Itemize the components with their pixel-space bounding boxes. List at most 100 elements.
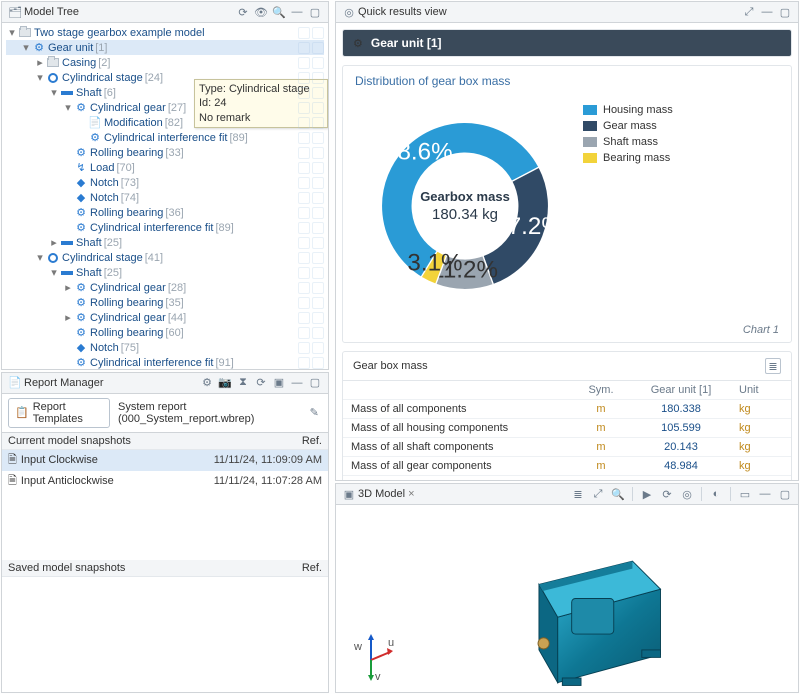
snapshot-icon[interactable]: 📷	[217, 375, 233, 391]
tree-item[interactable]: ▸Casing [2]	[6, 55, 324, 70]
tree-node-icon: ⚙	[74, 281, 88, 295]
tree-node-icon: ◆	[74, 176, 88, 190]
axis-gizmo: w u v	[346, 632, 396, 682]
tree-item[interactable]: ⚙Rolling bearing [33]	[6, 145, 324, 160]
close-icon[interactable]: ▢	[307, 4, 323, 20]
tree-node-label: Cylindrical gear	[90, 102, 166, 114]
tree-node-label: Casing	[62, 57, 96, 69]
snapshot-date: 11/11/24, 11:07:28 AM	[212, 475, 322, 487]
tree-node-icon: ⚙	[74, 356, 88, 369]
tree-item[interactable]: ▾⚙Cylindrical gear [27]	[6, 100, 324, 115]
tree-twisty-icon[interactable]: ▾	[34, 251, 46, 264]
table-row: Mass of all gear componentsm48.984kg	[343, 457, 791, 476]
report-minimize-icon[interactable]: —	[289, 375, 305, 391]
model3d-viewport[interactable]: w u v	[336, 505, 798, 692]
play-icon[interactable]: ▶	[639, 486, 655, 502]
tree-item[interactable]: ▸⚙Cylindrical gear [28]	[6, 280, 324, 295]
tree-node-label: Notch	[90, 342, 119, 354]
results-minimize-icon[interactable]: —	[759, 4, 775, 20]
snapshot-row[interactable]: 🗎Input Clockwise11/11/24, 11:09:09 AM	[2, 450, 328, 471]
tree-node-label: Rolling bearing	[90, 207, 163, 219]
tree-node-icon: ⚙	[74, 101, 88, 115]
svg-text:v: v	[375, 671, 381, 682]
tree-item[interactable]: 📄Modification [82]	[6, 115, 324, 130]
snapshot-row[interactable]: 🗎Input Anticlockwise11/11/24, 11:07:28 A…	[2, 471, 328, 492]
results-icon: ◎	[341, 4, 357, 20]
shading-icon[interactable]: ◐	[708, 486, 724, 502]
tree-node-label: Rolling bearing	[90, 147, 163, 159]
zoom-icon[interactable]: 🔍	[610, 486, 626, 502]
tree-item[interactable]: ⚙Rolling bearing [60]	[6, 325, 324, 340]
expand-icon[interactable]: ⤢	[741, 4, 757, 20]
tree-item[interactable]: ↯Load [70]	[6, 160, 324, 175]
tree-item[interactable]: ◆Notch [75]	[6, 340, 324, 355]
model3d-minimize-icon[interactable]: —	[757, 486, 773, 502]
tree-node-label: Shaft	[76, 267, 102, 279]
report-templates-button[interactable]: 📋 Report Templates	[8, 398, 110, 428]
history-icon[interactable]: ⧗	[235, 375, 251, 391]
tree-item[interactable]: ◆Notch [74]	[6, 190, 324, 205]
eye-icon[interactable]: 👁	[253, 4, 269, 20]
tree-node-icon	[60, 266, 74, 280]
fit-icon[interactable]: ⤢	[590, 486, 606, 502]
legend-item: Housing mass	[583, 104, 673, 116]
tab-close-icon[interactable]: ×	[408, 488, 414, 500]
model-tree[interactable]: Type: Cylindrical stage Id: 24 No remark…	[2, 23, 328, 369]
tree-twisty-icon[interactable]: ▾	[34, 71, 46, 84]
tree-twisty-icon[interactable]: ▸	[62, 281, 74, 294]
tree-twisty-icon[interactable]: ▾	[48, 86, 60, 99]
list-icon[interactable]: ≣	[570, 486, 586, 502]
tree-item[interactable]: ▾Cylindrical stage [41]	[6, 250, 324, 265]
legend-swatch	[583, 121, 597, 131]
results-close-icon[interactable]: ▢	[777, 4, 793, 20]
tree-item[interactable]: ▾Cylindrical stage [24]	[6, 70, 324, 85]
model-tree-title: Model Tree	[24, 6, 234, 18]
tab-3d-model[interactable]: 3D Model×	[358, 488, 415, 500]
tree-twisty-icon[interactable]: ▸	[48, 236, 60, 249]
tree-node-label: Cylindrical interference fit	[90, 357, 214, 369]
legend-label: Housing mass	[603, 104, 673, 116]
minimize-icon[interactable]: —	[289, 4, 305, 20]
tree-node-label: Cylindrical gear	[90, 312, 166, 324]
report-run-icon[interactable]: ▣	[271, 375, 287, 391]
tree-twisty-icon[interactable]: ▾	[20, 41, 32, 54]
tree-node-label: Cylindrical interference fit	[104, 132, 228, 144]
tree-node-label: Modification	[104, 117, 163, 129]
report-refresh-icon[interactable]: ⟳	[253, 375, 269, 391]
tree-item[interactable]: ▸⚙Cylindrical gear [44]	[6, 310, 324, 325]
tree-item[interactable]: ▸Shaft [25]	[6, 235, 324, 250]
tree-item[interactable]: ▾⚙Gear unit [1]	[6, 40, 324, 55]
model3d-close-icon[interactable]: ▢	[777, 486, 793, 502]
tree-item[interactable]: ⚙Cylindrical interference fit [91]	[6, 355, 324, 369]
snapshot-name: Input Anticlockwise	[21, 475, 114, 487]
results-header-card: ⚙ Gear unit [1]	[342, 29, 792, 57]
tree-twisty-icon[interactable]: ▾	[6, 26, 18, 39]
mass-table-title: Gear box mass	[353, 360, 765, 372]
cube-icon: ▣	[341, 486, 357, 502]
edit-template-icon[interactable]: ✎	[307, 405, 321, 421]
tree-twisty-icon[interactable]: ▸	[62, 311, 74, 324]
report-close-icon[interactable]: ▢	[307, 375, 323, 391]
tree-node-label: Rolling bearing	[90, 297, 163, 309]
tree-twisty-icon[interactable]: ▾	[48, 266, 60, 279]
tree-item[interactable]: ⚙Rolling bearing [36]	[6, 205, 324, 220]
tree-item[interactable]: ▾Shaft [25]	[6, 265, 324, 280]
tree-item[interactable]: ⚙Rolling bearing [35]	[6, 295, 324, 310]
camera-icon[interactable]: ▭	[737, 486, 753, 502]
tree-item[interactable]: ◆Notch [73]	[6, 175, 324, 190]
sync-icon[interactable]: ⟳	[235, 4, 251, 20]
tree-item[interactable]: ▾Two stage gearbox example model	[6, 25, 324, 40]
target-icon[interactable]: ◎	[679, 486, 695, 502]
tree-item[interactable]: ⚙Cylindrical interference fit [89]	[6, 130, 324, 145]
tree-item[interactable]: ▾Shaft [6]	[6, 85, 324, 100]
table-menu-icon[interactable]: ≣	[765, 358, 781, 374]
search-icon[interactable]: 🔍	[271, 4, 287, 20]
tree-node-icon: ⚙	[74, 296, 88, 310]
tree-twisty-icon[interactable]: ▸	[34, 56, 46, 69]
gearbox-render	[336, 505, 798, 692]
tree-twisty-icon[interactable]: ▾	[62, 101, 74, 114]
gear-icon[interactable]: ⚙	[199, 375, 215, 391]
tree-item[interactable]: ⚙Cylindrical interference fit [89]	[6, 220, 324, 235]
tree-node-label: Shaft	[76, 237, 102, 249]
rotate-icon[interactable]: ⟳	[659, 486, 675, 502]
